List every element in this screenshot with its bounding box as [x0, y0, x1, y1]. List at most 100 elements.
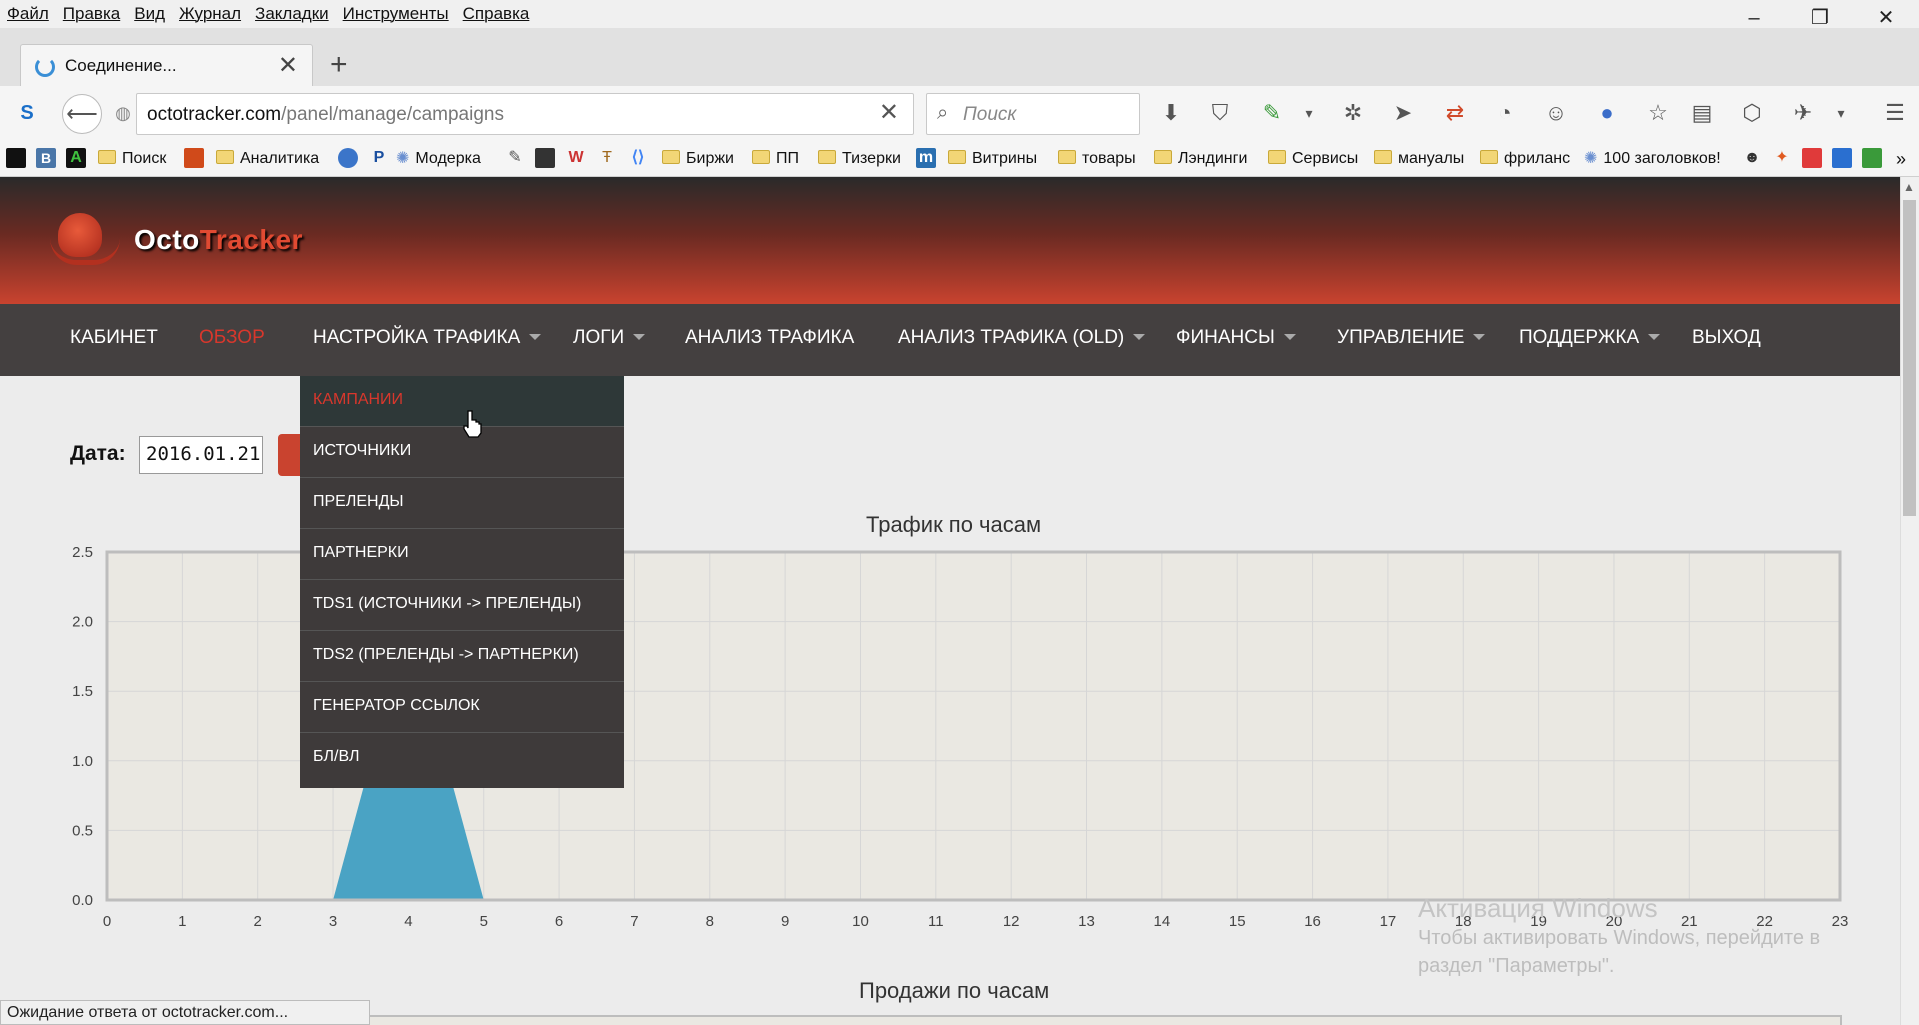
- bookmark-tizerki[interactable]: Тизерки: [818, 146, 901, 172]
- bookmark-pp[interactable]: ПП: [752, 146, 799, 172]
- bookmark-vitriny[interactable]: Витрины: [948, 146, 1037, 172]
- bookmark-landingi[interactable]: Лэндинги: [1154, 146, 1247, 172]
- date-input[interactable]: 2016.01.21: [139, 436, 263, 474]
- w-bookmark-icon[interactable]: W: [566, 148, 586, 168]
- dropdown-item-affiliates[interactable]: ПАРТНЕРКИ: [300, 529, 624, 580]
- caret-down-icon: [1133, 334, 1146, 340]
- blue-bookmark-icon[interactable]: [1832, 148, 1852, 168]
- shield-icon[interactable]: ⬡: [1737, 98, 1767, 128]
- dropdown-item-prelands[interactable]: ПРЕЛЕНДЫ: [300, 478, 624, 529]
- x-tick-label: 17: [1380, 913, 1397, 930]
- a-bookmark-icon[interactable]: A: [66, 148, 86, 168]
- menu-file[interactable]: Файл: [0, 0, 56, 28]
- addon-dropdown-icon[interactable]: ▾: [1826, 98, 1856, 128]
- extension-icon[interactable]: ✎: [1257, 98, 1287, 128]
- red-bookmark-icon[interactable]: [1802, 148, 1822, 168]
- bookmark-freelance[interactable]: фриланс: [1480, 146, 1570, 172]
- site-logo[interactable]: OctoTracker: [134, 224, 303, 256]
- pocket-icon[interactable]: ⛉: [1205, 98, 1235, 128]
- face-bookmark-icon[interactable]: ☻: [1742, 148, 1762, 168]
- bookmark-manualy[interactable]: мануалы: [1374, 146, 1464, 172]
- dropdown-item-link-generator[interactable]: ГЕНЕРАТОР ССЫЛОК: [300, 682, 624, 733]
- dropdown-item-bl-wl[interactable]: БЛ/ВЛ: [300, 733, 624, 784]
- google-bookmark-icon[interactable]: ⟨⟩: [628, 148, 648, 168]
- x-tick-label: 3: [329, 913, 337, 930]
- paypal-bookmark-icon[interactable]: P: [369, 148, 389, 168]
- y-tick-label: 0.0: [72, 892, 93, 909]
- bookmarks-overflow-icon[interactable]: »: [1896, 146, 1906, 172]
- m-bookmark-icon[interactable]: m: [916, 148, 936, 168]
- scroll-up-arrow-icon[interactable]: ▲: [1903, 180, 1915, 194]
- nav-logout[interactable]: ВЫХОД: [1692, 327, 1761, 349]
- menu-edit[interactable]: Правка: [56, 0, 127, 28]
- folder-icon: [1268, 150, 1286, 164]
- folder-icon: [1058, 150, 1076, 164]
- globe-bookmark-icon[interactable]: [338, 148, 358, 168]
- bookmark-servisy[interactable]: Сервисы: [1268, 146, 1358, 172]
- pen-bookmark-icon[interactable]: ✎: [505, 148, 525, 168]
- hamburger-menu-icon[interactable]: ☰: [1880, 98, 1910, 128]
- fire-bookmark-icon[interactable]: ✦: [1772, 148, 1792, 168]
- addon-icon[interactable]: ✈: [1788, 98, 1818, 128]
- nav-traffic-analysis[interactable]: АНАЛИЗ ТРАФИКА: [685, 327, 854, 349]
- bookmark-birzhi[interactable]: Биржи: [662, 146, 734, 172]
- green-bookmark-icon[interactable]: [1862, 148, 1882, 168]
- dropdown-item-tds2[interactable]: TDS2 (ПРЕЛЕНДЫ -> ПАРТНЕРКИ): [300, 631, 624, 682]
- url-text: octotracker.com/panel/manage/campaigns: [147, 104, 504, 125]
- tab-close-icon[interactable]: ✕: [278, 51, 298, 80]
- color-extension-icon[interactable]: ●: [1592, 98, 1622, 128]
- bookmark-100-headlines[interactable]: ✺ 100 заголовков!: [1584, 146, 1721, 172]
- site-identity-icon[interactable]: ◍: [108, 98, 138, 128]
- menu-view[interactable]: Вид: [127, 0, 172, 28]
- dropdown-item-tds1[interactable]: TDS1 (ИСТОЧНИКИ -> ПРЕЛЕНДЫ): [300, 580, 624, 631]
- stop-loading-icon[interactable]: ✕: [879, 98, 899, 127]
- bookmark-analytics[interactable]: Аналитика: [216, 146, 319, 172]
- search-bar[interactable]: ⌕ Поиск: [926, 93, 1140, 135]
- camera-bookmark-icon[interactable]: [535, 148, 555, 168]
- menu-bookmarks[interactable]: Закладки: [248, 0, 336, 28]
- y-tick-label: 1.5: [72, 683, 93, 700]
- nav-cabinet[interactable]: КАБИНЕТ: [70, 327, 158, 349]
- bookmark-tovary[interactable]: товары: [1058, 146, 1136, 172]
- y-tick-label: 2.5: [72, 544, 93, 561]
- nav-traffic-settings[interactable]: НАСТРОЙКА ТРАФИКА: [313, 327, 542, 349]
- download-icon[interactable]: ⬇: [1156, 98, 1186, 128]
- x-tick-label: 10: [852, 913, 869, 930]
- folder-icon: [1480, 150, 1498, 164]
- tiles-bookmark-icon[interactable]: [184, 148, 204, 168]
- tj-bookmark-icon[interactable]: Ŧ: [597, 148, 617, 168]
- x-tick-label: 12: [1003, 913, 1020, 930]
- date-submit-button[interactable]: [278, 434, 302, 476]
- history-icon[interactable]: ◔: [1490, 98, 1520, 128]
- send-icon[interactable]: ➤: [1388, 98, 1418, 128]
- transfer-icon[interactable]: ⇄: [1440, 98, 1470, 128]
- nav-traffic-analysis-old[interactable]: АНАЛИЗ ТРАФИКА (OLD): [898, 327, 1146, 349]
- bookmark-star-icon[interactable]: ☆: [1643, 98, 1673, 128]
- search-input[interactable]: Поиск: [963, 104, 1016, 126]
- menu-help[interactable]: Справка: [456, 0, 537, 28]
- menu-tools[interactable]: Инструменты: [336, 0, 456, 28]
- chart-title-traffic: Трафик по часам: [866, 512, 1042, 537]
- sidebar-s-icon[interactable]: S: [12, 98, 42, 128]
- vk-bookmark-icon[interactable]: B: [36, 148, 56, 168]
- chat-icon[interactable]: ☺: [1541, 98, 1571, 128]
- nav-support[interactable]: ПОДДЕРЖКА: [1519, 327, 1661, 349]
- bookmark-moderka[interactable]: ✺ Модерка: [396, 146, 481, 172]
- nav-management[interactable]: УПРАВЛЕНИЕ: [1337, 327, 1486, 349]
- hand-cursor-icon: [463, 410, 482, 438]
- bookmark-search[interactable]: Поиск: [98, 146, 166, 172]
- browser-tab[interactable]: Соединение... ✕: [20, 44, 313, 88]
- x-tick-label: 11: [928, 913, 944, 930]
- scrollbar-thumb[interactable]: [1903, 200, 1916, 516]
- bookmarks-list-icon[interactable]: ▤: [1687, 98, 1717, 128]
- palette-icon[interactable]: ✲: [1338, 98, 1368, 128]
- nav-logs[interactable]: ЛОГИ: [573, 327, 646, 349]
- menu-history[interactable]: Журнал: [172, 0, 248, 28]
- url-bar[interactable]: octotracker.com/panel/manage/campaigns ✕: [136, 93, 914, 135]
- nav-overview[interactable]: ОБЗОР: [199, 327, 265, 349]
- extension-dropdown-icon[interactable]: ▾: [1294, 98, 1324, 128]
- new-tab-button[interactable]: +: [330, 48, 348, 82]
- black-bookmark-icon[interactable]: [6, 148, 26, 168]
- nav-finance[interactable]: ФИНАНСЫ: [1176, 327, 1296, 349]
- back-button[interactable]: ⟵: [62, 94, 102, 134]
